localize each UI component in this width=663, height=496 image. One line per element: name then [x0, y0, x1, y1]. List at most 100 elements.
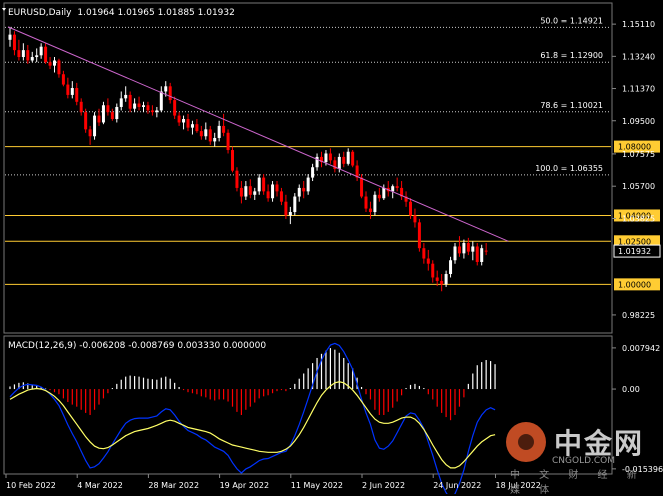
candle-body	[279, 191, 283, 202]
candle-body	[342, 156, 346, 164]
price-tick-label: 1.05700	[622, 182, 655, 191]
candle-body	[368, 208, 372, 213]
candle-body	[426, 258, 430, 264]
candle-body	[231, 150, 234, 171]
candle-body	[262, 177, 266, 192]
candle-body	[173, 100, 177, 116]
candle-body	[346, 151, 350, 164]
candle-body	[453, 246, 457, 261]
price-tick-label: 1.03825	[622, 214, 655, 223]
date-tick-label: 24 Jun 2022	[433, 481, 481, 490]
candle-body	[302, 187, 306, 192]
chart-header: EURUSD,Daily 1.01964 1.01965 1.01885 1.01…	[8, 8, 235, 18]
collapse-triangle-icon[interactable]	[2, 8, 6, 11]
fib-level-label: 50.0 = 1.14921	[540, 16, 603, 25]
date-tick-label: 4 Mar 2022	[77, 481, 123, 490]
candle-body	[142, 105, 145, 107]
candle-body	[324, 153, 328, 163]
candle-body	[311, 167, 315, 178]
candle-body	[222, 125, 226, 133]
candle-body	[26, 50, 30, 61]
candle-body	[119, 98, 123, 107]
candle-body	[75, 88, 79, 102]
candle-body	[257, 177, 261, 192]
candle-body	[17, 50, 21, 58]
candle-body	[168, 86, 172, 101]
candle-body	[271, 184, 275, 199]
current-price-label: 1.01932	[618, 247, 651, 256]
candle-body	[150, 110, 154, 113]
macd-label: MACD(12,26,9) -0.006208 -0.008769 0.0033…	[8, 341, 266, 351]
candle-body	[413, 215, 417, 223]
candle-body	[61, 74, 65, 85]
date-tick-label: 28 Mar 2022	[148, 481, 199, 490]
price-tick-label: 1.15110	[622, 20, 655, 29]
candle-body	[159, 91, 163, 111]
date-tick-label: 11 May 2022	[291, 481, 343, 490]
candle-body	[186, 119, 190, 128]
candle-body	[364, 196, 368, 209]
candle-body	[21, 50, 25, 58]
candle-body	[466, 243, 470, 252]
macd-tick-label: 0.007942	[622, 344, 660, 353]
candle-body	[377, 194, 381, 199]
ohlc-values: 1.01964 1.01965 1.01885 1.01932	[77, 8, 234, 18]
price-tick-label: 1.11370	[622, 85, 655, 94]
candle-body	[217, 125, 221, 138]
candle-body	[284, 201, 288, 216]
fib-level-label: 61.8 = 1.12900	[540, 51, 603, 60]
candle-body	[124, 94, 128, 99]
date-tick-label: 19 Apr 2022	[220, 481, 269, 490]
candle-body	[128, 94, 132, 109]
price-tick-label: 1.07575	[622, 150, 655, 159]
candle-body	[57, 60, 61, 75]
date-tick-label: 2 Jun 2022	[362, 481, 405, 490]
price-tick-label: 0.98225	[622, 311, 655, 320]
price-tick-label: 1.13240	[622, 52, 655, 61]
candle-body	[337, 156, 341, 169]
candle-body	[190, 124, 194, 128]
candle-body	[226, 132, 230, 151]
candle-body	[266, 191, 270, 199]
candle-body	[195, 124, 199, 132]
candle-body	[106, 105, 110, 113]
candle-body	[297, 187, 301, 197]
candle-body	[235, 170, 239, 188]
candle-body	[351, 151, 355, 166]
candle-body	[431, 263, 435, 278]
candle-body	[275, 184, 279, 192]
candle-body	[66, 84, 70, 95]
candle-body	[12, 34, 16, 51]
candle-body	[444, 274, 448, 285]
symbol-label: EURUSD,Daily	[8, 8, 72, 18]
candle-body	[373, 194, 377, 213]
candle-body	[39, 46, 43, 56]
candle-body	[457, 246, 461, 254]
candle-body	[293, 196, 297, 213]
candle-body	[177, 115, 181, 123]
candle-body	[133, 103, 137, 109]
candle-body	[360, 177, 364, 197]
candle-body	[70, 88, 74, 95]
watermark-tagline: 中 文 财 经 新 媒 体	[510, 470, 645, 496]
candle-body	[253, 191, 257, 195]
candle-body	[435, 277, 439, 281]
candle-body	[164, 86, 168, 92]
candle-body	[409, 201, 412, 216]
candle-body	[137, 103, 141, 107]
macd-tick-label: 0.00	[622, 385, 640, 394]
candle-body	[288, 212, 292, 216]
candle-body	[306, 177, 310, 192]
candle-body	[199, 131, 203, 137]
candle-body	[213, 137, 217, 142]
candle-body	[30, 57, 34, 61]
downtrend-line	[7, 26, 509, 242]
candle-body	[208, 129, 212, 142]
candle-body	[146, 105, 150, 111]
macd-line	[9, 342, 496, 494]
candle-body	[101, 105, 105, 123]
candle-body	[484, 250, 488, 252]
candle-body	[449, 260, 453, 275]
candle-body	[182, 119, 186, 123]
candle-body	[93, 115, 97, 137]
